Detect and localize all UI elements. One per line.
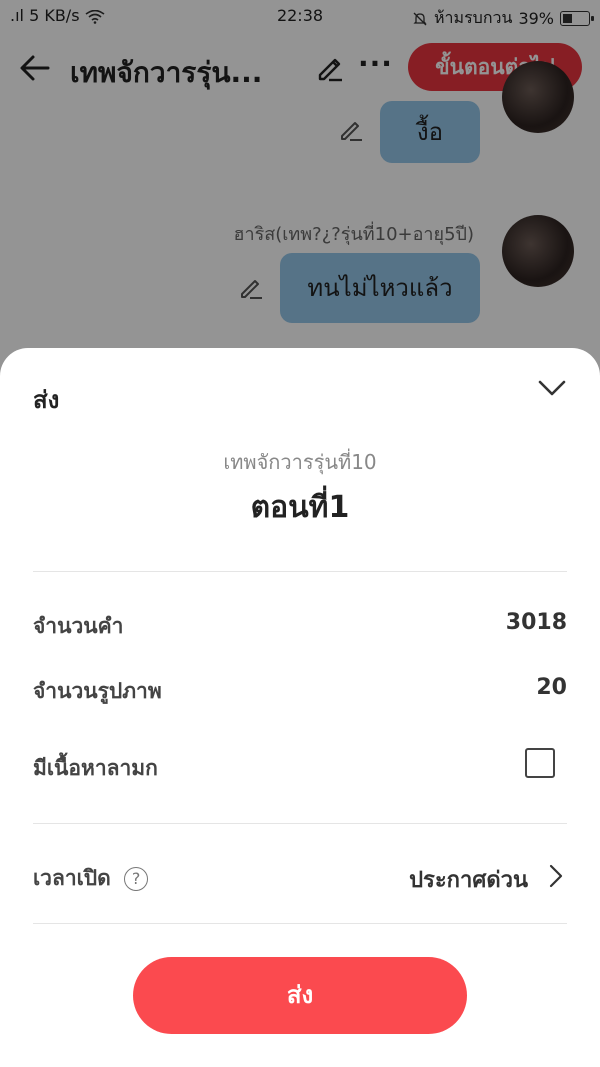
image-count-label: จำนวนรูปภาพ: [33, 679, 162, 703]
image-count-value: 20: [536, 675, 567, 700]
adult-content-checkbox[interactable]: [525, 748, 555, 778]
divider: [33, 571, 567, 572]
publish-time-label: เวลาเปิด ?: [33, 862, 149, 895]
divider: [33, 823, 567, 824]
chevron-right-icon[interactable]: [548, 863, 564, 889]
sheet-title: ส่ง: [33, 386, 60, 414]
novel-name: เทพจักวารรุ่นที่10: [223, 450, 377, 474]
chapter-name: ตอนที่1: [250, 490, 350, 525]
submit-sheet: ส่ง เทพจักวารรุ่นที่10 ตอนที่1 จำนวนคำ 3…: [0, 348, 600, 1067]
word-count-label: จำนวนคำ: [33, 614, 124, 638]
publish-time-value[interactable]: ประกาศด่วน: [409, 862, 528, 897]
help-icon[interactable]: ?: [124, 867, 149, 891]
chevron-down-icon[interactable]: [537, 376, 567, 400]
publish-time-text: เวลาเปิด: [33, 866, 111, 890]
submit-button[interactable]: ส่ง: [133, 957, 467, 1034]
word-count-value: 3018: [505, 610, 567, 635]
divider: [33, 923, 567, 924]
adult-content-label: มีเนื้อหาลามก: [33, 756, 158, 780]
